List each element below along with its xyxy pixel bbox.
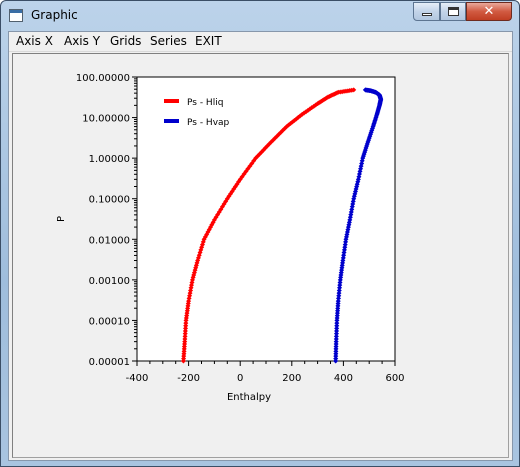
x-tick-label: 0 [237, 373, 243, 384]
y-tick-label: 1.00000 [89, 154, 130, 165]
close-button[interactable]: ✕ [466, 2, 512, 21]
x-tick-label: 200 [282, 373, 301, 384]
close-icon: ✕ [483, 4, 495, 19]
legend-label: Ps - Hvap [187, 118, 230, 128]
y-tick-label: 10.00000 [82, 114, 130, 125]
x-axis-label: Enthalpy [227, 392, 271, 403]
maximize-button[interactable] [440, 2, 466, 21]
y-tick-label: 0.00100 [89, 276, 130, 287]
menu-axis-y[interactable]: Axis Y [64, 34, 100, 48]
minimize-button[interactable] [413, 2, 440, 21]
y-axis-label: P [56, 216, 67, 222]
menu-exit[interactable]: EXIT [195, 34, 222, 48]
x-tick-label: -200 [177, 373, 200, 384]
y-tick-label: 100.00000 [76, 73, 130, 84]
app-window-icon[interactable] [9, 9, 23, 22]
maximize-icon [448, 7, 459, 16]
client-area: Axis X Axis Y Grids Series EXIT -400 -200… [8, 31, 513, 461]
y-tick-label: 0.00010 [89, 316, 130, 327]
graphic-window: Graphic ✕ Axis X Axis Y Grids Series EXI… [0, 0, 520, 467]
x-tick-label: -400 [126, 373, 149, 384]
x-tick-label: 400 [334, 373, 353, 384]
menu-grids[interactable]: Grids [110, 34, 141, 48]
minimize-icon [422, 13, 432, 16]
y-tick-label: 0.01000 [89, 235, 130, 246]
menu-series[interactable]: Series [150, 34, 187, 48]
menu-bar: Axis X Axis Y Grids Series EXIT [9, 32, 512, 52]
legend-label: Ps - Hliq [187, 98, 223, 108]
window-title: Graphic [31, 8, 78, 22]
chart-panel: -400 -200 0 200 400 600 0.00001 0.00010 0.00100 0… [12, 53, 509, 458]
title-bar[interactable]: Graphic ✕ [1, 1, 519, 31]
y-tick-label: 0.00001 [89, 357, 130, 368]
x-tick-label: 600 [385, 373, 404, 384]
y-tick-label: 0.10000 [89, 195, 130, 206]
menu-axis-x[interactable]: Axis X [16, 34, 53, 48]
chart-svg: -400 -200 0 200 400 600 0.00001 0.00010 0.00100 0… [56, 73, 405, 403]
